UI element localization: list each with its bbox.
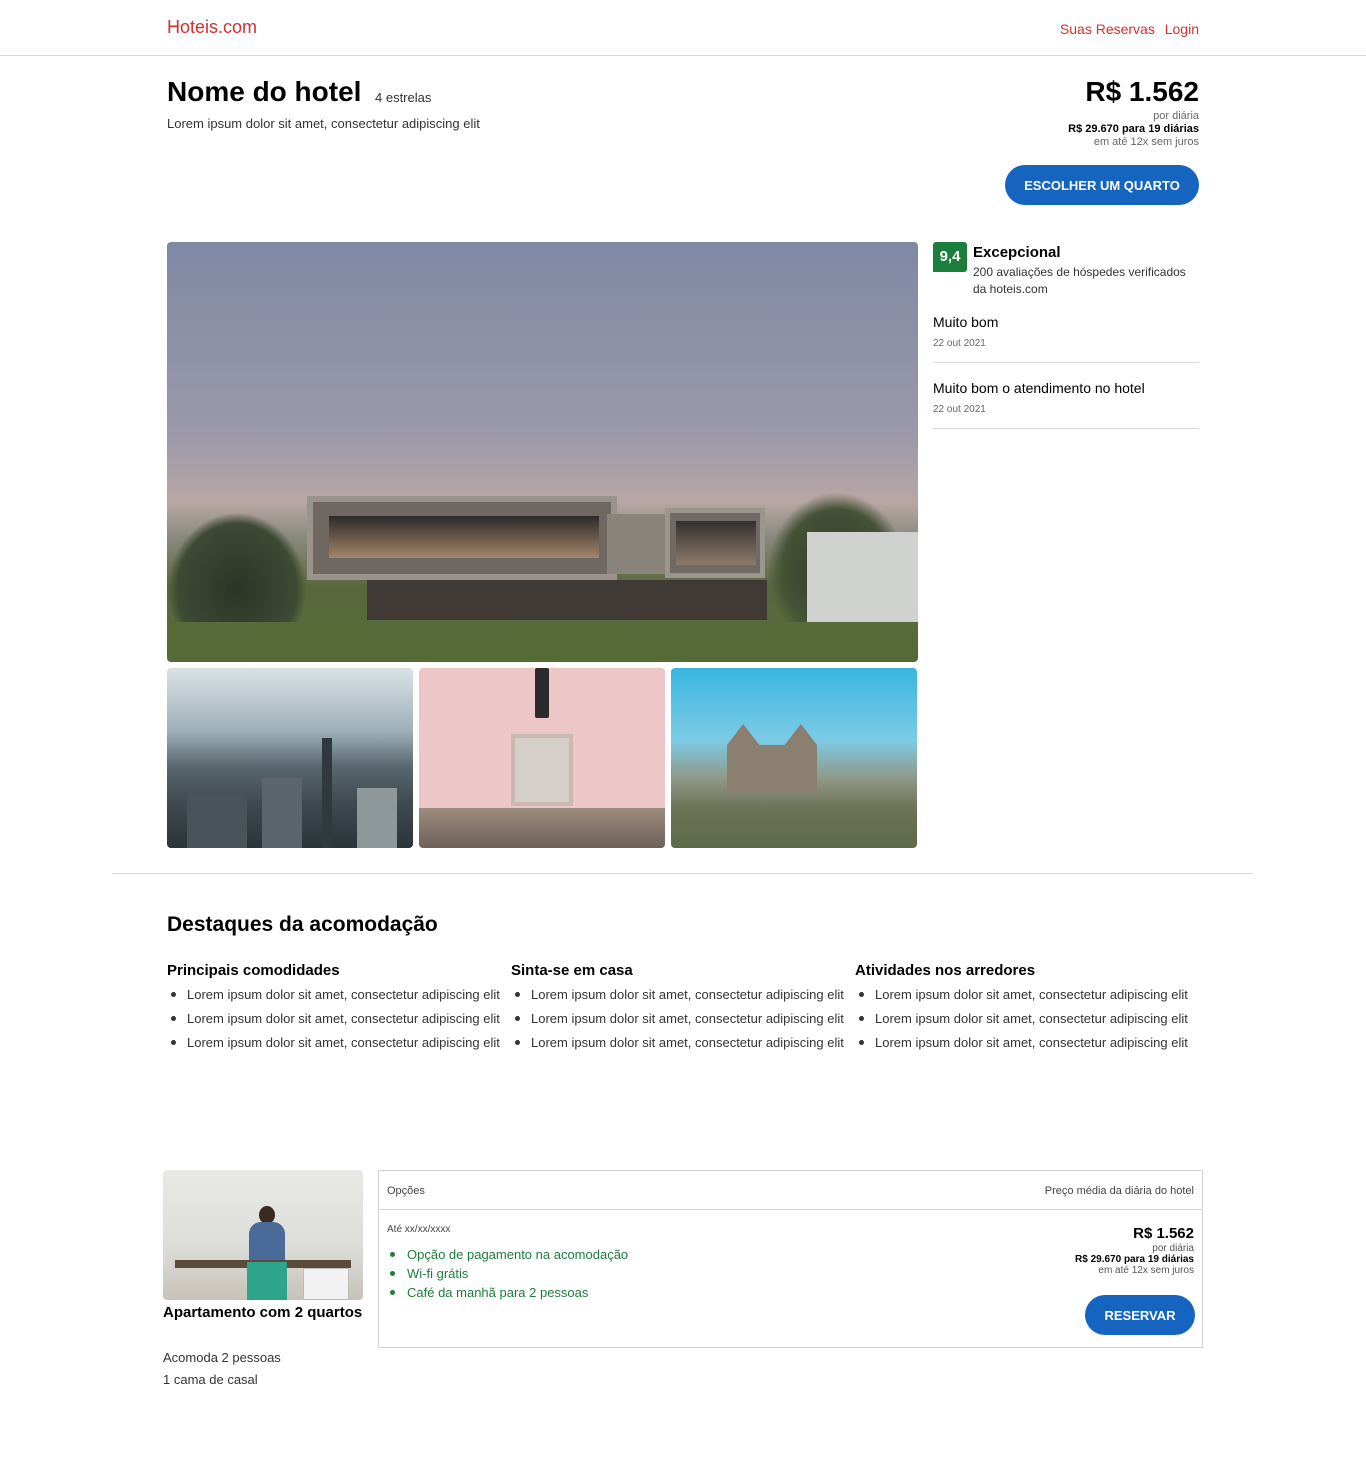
review-item[interactable]: Muito bom 22 out 2021	[933, 314, 1199, 363]
room-name: Apartamento com 2 quartos	[163, 1304, 363, 1321]
photo-chair	[247, 1262, 287, 1300]
photo-drawers	[303, 1268, 349, 1300]
option-feature: Opção de pagamento na acomodação	[387, 1245, 628, 1264]
hotel-name: Nome do hotel	[167, 76, 362, 107]
top-nav: Suas Reservas Login	[1054, 21, 1199, 37]
highlights-column-heading: Sinta-se em casa	[511, 962, 633, 979]
hotel-thumbnail-city[interactable]	[167, 668, 413, 848]
rating-score-badge: 9,4	[933, 242, 967, 272]
option-price-summary: R$ 1.562 por diária R$ 29.670 para 19 di…	[994, 1225, 1194, 1276]
option-date: Até xx/xx/xxxx	[387, 1224, 451, 1235]
highlights-list-item: Lorem ipsum dolor sit amet, consectetur …	[511, 985, 849, 1004]
highlights-title: Destaques da acomodação	[167, 913, 438, 936]
nav-login-link[interactable]: Login	[1165, 21, 1199, 37]
photo-tower	[357, 788, 397, 848]
price-per-night: R$ 1.562	[1085, 76, 1199, 107]
hotel-main-photo[interactable]	[167, 242, 918, 662]
price-per-label: por diária	[1153, 110, 1199, 122]
price-summary: R$ 1.562 por diária R$ 29.670 para 19 di…	[959, 76, 1199, 148]
photo-tower	[187, 793, 247, 848]
nav-reservations-link[interactable]: Suas Reservas	[1060, 21, 1155, 37]
price-total: R$ 29.670 para 19 diárias	[1068, 123, 1199, 135]
photo-building-right-block	[665, 508, 765, 578]
top-bar: Hoteis.com Suas Reservas Login	[0, 0, 1366, 56]
reserve-button[interactable]: RESERVAR	[1085, 1295, 1195, 1335]
review-date: 22 out 2021	[933, 338, 986, 349]
highlights-list: Lorem ipsum dolor sit amet, consectetur …	[511, 985, 849, 1052]
highlights-list-item: Lorem ipsum dolor sit amet, consectetur …	[855, 985, 1193, 1004]
option-price-installments: em até 12x sem juros	[1098, 1265, 1194, 1276]
option-price: R$ 1.562	[1133, 1225, 1194, 1242]
highlights-list-item: Lorem ipsum dolor sit amet, consectetur …	[855, 1033, 1193, 1052]
review-title: Muito bom o atendimento no hotel	[933, 380, 1145, 396]
highlights-list-item: Lorem ipsum dolor sit amet, consectetur …	[511, 1009, 849, 1028]
choose-room-button[interactable]: ESCOLHER UM QUARTO	[1005, 165, 1199, 205]
highlights-column: Sinta-se em casa Lorem ipsum dolor sit a…	[511, 962, 849, 1057]
photo-door	[511, 734, 573, 806]
highlights-list-item: Lorem ipsum dolor sit amet, consectetur …	[511, 1033, 849, 1052]
highlights-column-heading: Atividades nos arredores	[855, 962, 1036, 979]
room-photo[interactable]	[163, 1170, 363, 1300]
highlights-list: Lorem ipsum dolor sit amet, consectetur …	[855, 985, 1193, 1052]
photo-church	[727, 724, 817, 794]
highlights-list: Lorem ipsum dolor sit amet, consectetur …	[167, 985, 505, 1052]
room-capacity: Acomoda 2 pessoas	[163, 1350, 281, 1365]
photo-side-building	[807, 532, 918, 622]
room-bed: 1 cama de casal	[163, 1372, 258, 1387]
highlights-column: Atividades nos arredores Lorem ipsum dol…	[855, 962, 1193, 1057]
photo-tower	[262, 778, 302, 848]
highlights-list-item: Lorem ipsum dolor sit amet, consectetur …	[167, 1033, 505, 1052]
photo-trees-left	[167, 512, 307, 622]
highlights-list-item: Lorem ipsum dolor sit amet, consectetur …	[167, 1009, 505, 1028]
section-divider	[112, 873, 1253, 874]
price-installments: em até 12x sem juros	[1093, 136, 1199, 148]
highlights-list-item: Lorem ipsum dolor sit amet, consectetur …	[167, 985, 505, 1004]
hotel-description: Lorem ipsum dolor sit amet, consectetur …	[167, 116, 480, 131]
option-features-list: Opção de pagamento na acomodação Wi-fi g…	[387, 1245, 628, 1302]
photo-window	[676, 521, 756, 565]
option-feature: Wi-fi grátis	[387, 1264, 628, 1283]
photo-building-main-block	[307, 496, 617, 580]
review-title: Muito bom	[933, 314, 999, 330]
option-price-total: R$ 29.670 para 19 diárias	[1075, 1254, 1194, 1265]
photo-lamp	[535, 668, 549, 718]
room-options-header: Opções Preço média da diária do hotel	[379, 1171, 1202, 1210]
rating-label: Excepcional	[973, 244, 1061, 261]
highlights-column-heading: Principais comodidades	[167, 962, 340, 979]
highlights-list-item: Lorem ipsum dolor sit amet, consectetur …	[855, 1009, 1193, 1028]
hotel-thumbnail-church[interactable]	[671, 668, 917, 848]
brand-logo-link[interactable]: Hoteis.com	[167, 17, 257, 38]
photo-tower	[322, 738, 332, 848]
review-item[interactable]: Muito bom o atendimento no hotel 22 out …	[933, 380, 1199, 429]
review-date: 22 out 2021	[933, 404, 986, 415]
option-price-per-label: por diária	[1152, 1243, 1194, 1254]
photo-window	[329, 516, 599, 558]
rating-subtitle: 200 avaliações de hóspedes verificados d…	[973, 265, 1186, 296]
photo-person	[249, 1222, 285, 1262]
option-feature: Café da manhã para 2 pessoas	[387, 1283, 628, 1302]
room-options-panel: Opções Preço média da diária do hotel At…	[378, 1170, 1203, 1348]
hotel-stars: 4 estrelas	[375, 90, 432, 105]
options-header-left: Opções	[387, 1185, 425, 1197]
hotel-thumbnail-facade[interactable]	[419, 668, 665, 848]
options-header-right: Preço média da diária do hotel	[1044, 1185, 1194, 1197]
photo-building-base	[367, 580, 767, 620]
photo-floor	[419, 808, 665, 848]
highlights-column: Principais comodidades Lorem ipsum dolor…	[167, 962, 505, 1057]
